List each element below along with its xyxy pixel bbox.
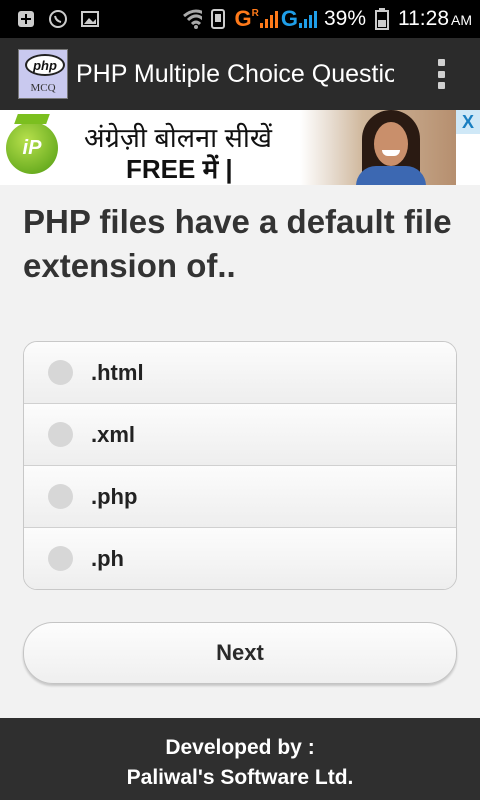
signal-icon: GR G [234,6,317,32]
footer-company: Paliwal's Software Ltd. [126,766,354,789]
option-php[interactable]: .php [24,465,456,527]
app-title: PHP Multiple Choice Questions [76,59,394,88]
battery-icon [372,8,392,30]
radio-button[interactable] [48,360,73,385]
whatsapp-icon [48,9,68,29]
wifi-icon [182,9,203,29]
image-icon [80,9,100,29]
option-xml[interactable]: .xml [24,403,456,465]
action-bar: php MCQ PHP Multiple Choice Questions [0,38,480,110]
footer: Developed by : Paliwal's Software Ltd. [0,718,480,800]
option-label: .php [91,483,138,509]
app-logo-php: php [25,54,65,76]
radio-button[interactable] [48,546,73,571]
option-label: .xml [91,421,136,447]
ad-logo: iP [6,122,58,174]
footer-developed-by: Developed by : [165,736,315,759]
radio-button[interactable] [48,422,73,447]
graduation-cap-icon [14,114,50,124]
option-html[interactable]: .html [24,342,456,403]
overflow-menu-icon[interactable] [436,59,446,89]
ad-close-icon[interactable]: X [456,110,480,134]
option-ph[interactable]: .ph [24,527,456,589]
battery-percent: 39% [323,7,366,30]
ad-banner[interactable]: iP अंग्रेज़ी बोलना सीखें FREE में | X [0,110,480,185]
ad-subheadline: FREE में | [126,154,233,184]
option-label: .ph [91,545,124,571]
ad-image [300,110,456,185]
clock: 11:28 AM [398,7,472,30]
question-text: PHP files have a default file extension … [23,203,452,284]
app-logo[interactable]: php MCQ [18,49,68,99]
status-bar: GR G 39% 11:28 AM [0,0,480,38]
radio-button[interactable] [48,484,73,509]
answer-options: .html .xml .php .ph [23,341,457,590]
phone-icon [208,9,228,29]
app-logo-mcq: MCQ [30,82,56,94]
plus-icon [16,9,36,29]
next-button[interactable]: Next [23,622,457,684]
option-label: .html [91,359,144,385]
